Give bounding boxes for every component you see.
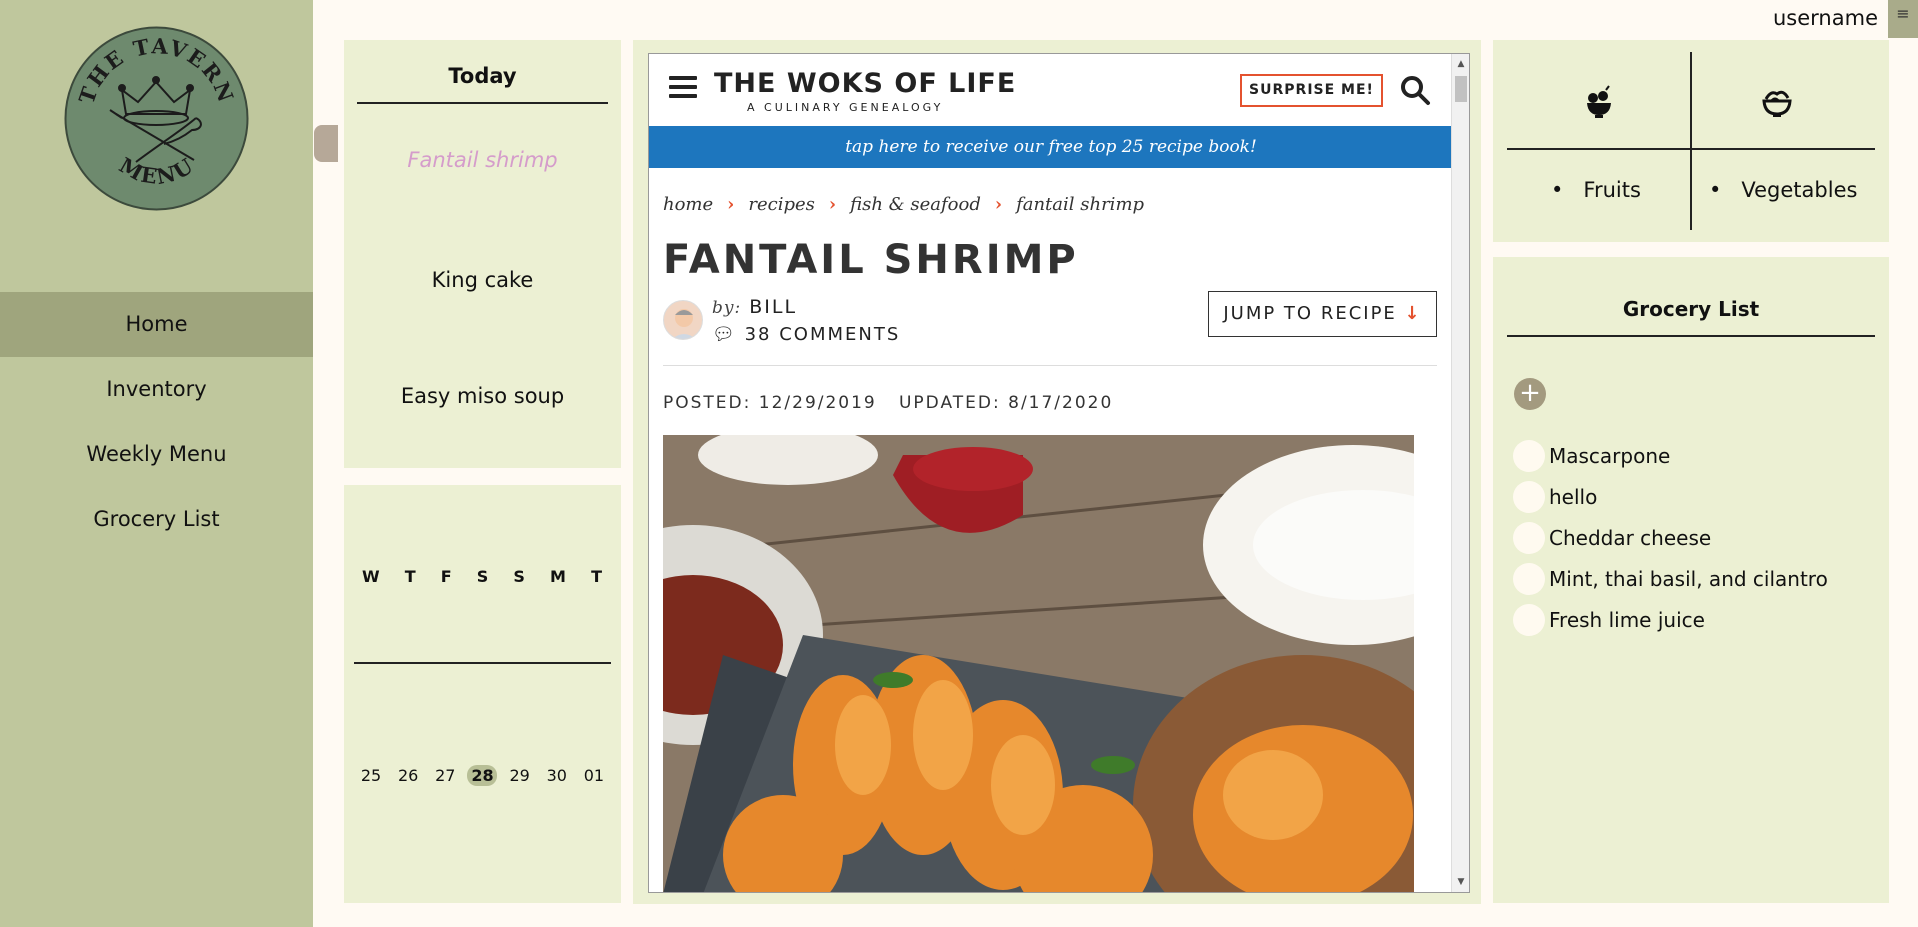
categories-panel: Fruits Vegetables	[1493, 40, 1889, 242]
breadcrumb-recipes[interactable]: recipes	[748, 194, 815, 215]
site-header: THE WOKS OF LIFE A CULINARY GENEALOGY SU…	[649, 54, 1453, 126]
grocery-item: hello	[1513, 476, 1883, 517]
site-subtitle: A CULINARY GENEALOGY	[747, 101, 944, 114]
item-label: Mascarpone	[1549, 443, 1671, 468]
recipe-title: FANTAIL SHRIMP	[663, 237, 1079, 283]
breadcrumb-current[interactable]: fantail shrimp	[1016, 194, 1144, 215]
today-panel-tab[interactable]	[314, 125, 338, 162]
main-nav: Home Inventory Weekly Menu Grocery List	[0, 292, 313, 552]
nav-inventory[interactable]: Inventory	[0, 357, 313, 422]
post-dates: POSTED: 12/29/2019 UPDATED: 8/17/2020	[663, 393, 1113, 413]
item-checkbox[interactable]	[1513, 480, 1545, 513]
item-label: Mint, thai basil, and cilantro	[1549, 566, 1828, 591]
recipe-viewer-panel: THE WOKS OF LIFE A CULINARY GENEALOGY SU…	[633, 40, 1481, 904]
fruit-bowl-icon[interactable]	[1579, 82, 1619, 122]
weekday-label: M	[550, 567, 567, 586]
jump-label: JUMP TO RECIPE	[1223, 303, 1397, 324]
weekday-label: F	[440, 567, 453, 586]
nav-home[interactable]: Home	[0, 292, 313, 357]
weekday-label: T	[404, 567, 417, 586]
item-label: Fresh lime juice	[1549, 607, 1705, 632]
scroll-thumb[interactable]	[1455, 76, 1467, 102]
add-item-button[interactable]: +	[1514, 378, 1546, 410]
weekday-label: S	[476, 567, 490, 586]
today-dish[interactable]: Fantail shrimp	[344, 148, 621, 172]
today-title: Today	[357, 64, 608, 104]
weekday-label: T	[591, 567, 603, 586]
item-label: hello	[1549, 484, 1598, 509]
scroll-down-icon[interactable]: ▼	[1452, 874, 1469, 890]
site-title[interactable]: THE WOKS OF LIFE	[714, 68, 1016, 99]
grocery-item: Fresh lime juice	[1513, 599, 1883, 640]
calendar-date[interactable]: 27	[430, 765, 460, 786]
surprise-me-button[interactable]: SURPRISE ME!	[1240, 74, 1383, 107]
calendar-date[interactable]: 25	[356, 765, 386, 786]
sidebar: THE TAVERN MENU Home Inventory Weekly Me…	[0, 0, 313, 927]
nav-grocery-list[interactable]: Grocery List	[0, 487, 313, 552]
grocery-item: Mint, thai basil, and cilantro	[1513, 558, 1883, 599]
comments-count: 38 COMMENTS	[744, 324, 901, 345]
weekday-label: S	[513, 567, 526, 586]
item-checkbox[interactable]	[1513, 439, 1545, 472]
item-checkbox[interactable]	[1513, 603, 1545, 636]
arrow-down-icon: ↓	[1404, 303, 1422, 324]
item-checkbox[interactable]	[1513, 521, 1545, 554]
chevron-right-icon: ›	[727, 194, 735, 215]
grocery-item: Cheddar cheese	[1513, 517, 1883, 558]
breadcrumb: home › recipes › fish & seafood › fantai…	[663, 194, 1144, 215]
chevron-right-icon: ›	[994, 194, 1003, 215]
breadcrumb-fish-seafood[interactable]: fish & seafood	[850, 194, 981, 215]
grocery-item: Mascarpone	[1513, 435, 1883, 476]
byline: by: BILL	[712, 296, 797, 318]
search-icon[interactable]	[1399, 74, 1431, 106]
breadcrumb-home[interactable]: home	[663, 194, 713, 215]
posted-date: POSTED: 12/29/2019	[663, 393, 877, 413]
embedded-scrollbar[interactable]: ▲ ▼	[1451, 54, 1469, 892]
item-checkbox[interactable]	[1513, 562, 1545, 595]
username-label[interactable]: username	[1773, 6, 1878, 30]
calendar-date[interactable]: 01	[579, 765, 609, 786]
author-avatar[interactable]	[663, 300, 703, 340]
calendar-date[interactable]: 26	[393, 765, 423, 786]
jump-to-recipe-button[interactable]: JUMP TO RECIPE ↓	[1208, 291, 1437, 337]
calendar-panel: W T F S S M T 25 26 27 28 29 30 01	[344, 485, 621, 903]
divider	[663, 365, 1437, 366]
grid-divider	[1690, 52, 1692, 230]
today-panel: Today Fantail shrimp King cake Easy miso…	[344, 40, 621, 468]
categories-grid: Fruits Vegetables	[1507, 52, 1875, 230]
salad-bowl-icon[interactable]	[1757, 82, 1797, 122]
hamburger-menu-icon[interactable]	[669, 76, 697, 100]
nav-weekly-menu[interactable]: Weekly Menu	[0, 422, 313, 487]
category-fruits[interactable]: Fruits	[1551, 178, 1641, 202]
chevron-right-icon: ›	[828, 194, 837, 215]
calendar-date[interactable]: 29	[505, 765, 535, 786]
embedded-recipe-page[interactable]: THE WOKS OF LIFE A CULINARY GENEALOGY SU…	[648, 53, 1470, 893]
grocery-items: Mascarpone hello Cheddar cheese Mint, th…	[1513, 435, 1883, 640]
item-label: Cheddar cheese	[1549, 525, 1712, 550]
grocery-list-panel: Grocery List + Mascarpone hello Cheddar …	[1493, 257, 1889, 903]
calendar-date-current[interactable]: 28	[467, 765, 498, 786]
comments-link[interactable]: 💬︎ 38 COMMENTS	[712, 324, 900, 345]
category-vegetables[interactable]: Vegetables	[1709, 178, 1857, 202]
grid-divider	[1507, 148, 1875, 150]
corner-menu-icon[interactable]: ≡	[1888, 0, 1918, 38]
scroll-up-icon[interactable]: ▲	[1452, 56, 1469, 72]
updated-date: UPDATED: 8/17/2020	[898, 393, 1114, 413]
calendar-weekdays: W T F S S M T	[354, 567, 611, 664]
fantail-shrimp-photo	[663, 435, 1414, 892]
by-label: by:	[712, 298, 742, 318]
recipe-book-banner[interactable]: tap here to receive our free top 25 reci…	[649, 126, 1453, 168]
author-name[interactable]: BILL	[749, 296, 797, 318]
tavern-logo[interactable]: THE TAVERN MENU	[64, 26, 249, 211]
calendar-date[interactable]: 30	[542, 765, 572, 786]
today-dish[interactable]: King cake	[344, 268, 621, 292]
grocery-list-title: Grocery List	[1507, 297, 1875, 337]
calendar-dates: 25 26 27 28 29 30 01	[354, 765, 611, 786]
weekday-label: W	[362, 567, 381, 586]
today-dish[interactable]: Easy miso soup	[344, 384, 621, 408]
comment-bubble-icon: 💬︎	[712, 324, 737, 345]
